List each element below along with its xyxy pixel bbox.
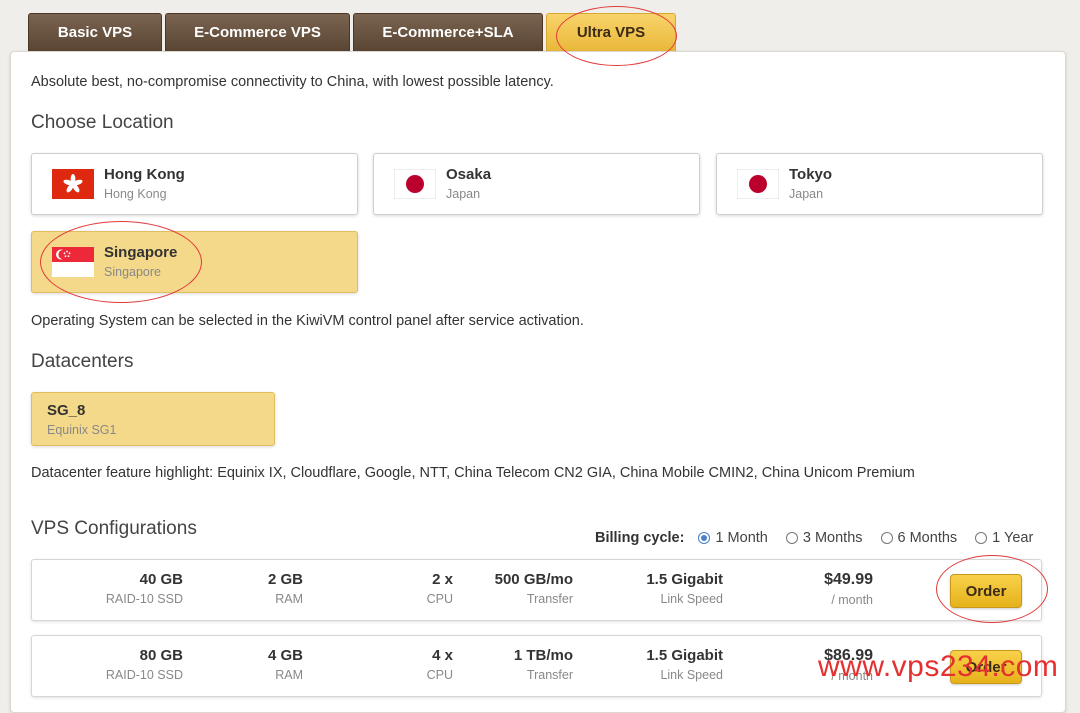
- config-unit: RAID-10 SSD: [105, 592, 183, 606]
- location-card-osaka[interactable]: Osaka Japan: [373, 153, 700, 215]
- choose-location-heading: Choose Location: [31, 112, 174, 133]
- config-value: 1 TB/mo: [513, 647, 573, 664]
- config-unit: / month: [831, 593, 873, 607]
- config-ram: 4 GB RAM: [268, 647, 303, 682]
- billing-option-label: 1 Month: [715, 530, 768, 546]
- config-value: 2 GB: [267, 571, 303, 588]
- location-card-singapore[interactable]: Singapore Singapore: [31, 231, 358, 293]
- product-tabs: Basic VPS E-Commerce VPS E-Commerce+SLA …: [28, 13, 679, 51]
- config-cpu: 2 x CPU: [427, 571, 453, 606]
- config-unit: RAM: [275, 592, 303, 606]
- config-value: 500 GB/mo: [494, 571, 573, 588]
- vps-configurations-heading: VPS Configurations: [31, 518, 197, 539]
- config-unit: Link Speed: [660, 592, 723, 606]
- os-note: Operating System can be selected in the …: [31, 313, 584, 329]
- config-row: 40 GB RAID-10 SSD 2 GB RAM 2 x CPU 500 G…: [31, 559, 1042, 621]
- hong-kong-flag-icon: [52, 169, 94, 199]
- billing-option-1-year[interactable]: 1 Year: [975, 530, 1033, 546]
- billing-option-1-month[interactable]: 1 Month: [698, 530, 768, 546]
- japan-flag-icon: [394, 169, 436, 199]
- datacenter-highlight: Datacenter feature highlight: Equinix IX…: [31, 465, 915, 481]
- datacenters-heading: Datacenters: [31, 351, 134, 372]
- tab-basic-vps[interactable]: Basic VPS: [28, 13, 162, 51]
- radio-icon[interactable]: [880, 532, 893, 544]
- product-description: Absolute best, no-compromise connectivit…: [31, 74, 554, 90]
- config-link-speed: 1.5 Gigabit Link Speed: [646, 571, 723, 606]
- config-unit: Link Speed: [660, 668, 723, 682]
- config-value: 4 x: [432, 647, 453, 664]
- billing-option-6-months[interactable]: 6 Months: [880, 530, 958, 546]
- config-value: 1.5 Gigabit: [646, 647, 723, 664]
- location-country: Hong Kong: [104, 187, 167, 201]
- config-unit: CPU: [426, 668, 453, 682]
- config-transfer: 500 GB/mo Transfer: [495, 571, 573, 606]
- location-card-tokyo[interactable]: Tokyo Japan: [716, 153, 1043, 215]
- config-ram: 2 GB RAM: [268, 571, 303, 606]
- config-value: 80 GB: [139, 647, 183, 664]
- radio-checked-icon[interactable]: [698, 532, 711, 544]
- tab-ultra-vps[interactable]: Ultra VPS: [546, 13, 676, 51]
- config-value: 40 GB: [139, 571, 183, 588]
- singapore-flag-icon: [52, 247, 94, 277]
- location-name: Osaka: [446, 166, 492, 183]
- watermark-text: www.vps234.com: [818, 650, 1059, 683]
- billing-cycle: Billing cycle: 1 Month 3 Months 6 Months…: [595, 530, 1033, 546]
- tab-ecommerce-vps[interactable]: E-Commerce VPS: [165, 13, 350, 51]
- billing-option-3-months[interactable]: 3 Months: [785, 530, 863, 546]
- billing-option-label: 6 Months: [897, 530, 958, 546]
- config-disk: 40 GB RAID-10 SSD: [106, 571, 183, 606]
- datacenter-sub: Equinix SG1: [47, 423, 117, 437]
- location-name: Singapore: [104, 244, 178, 261]
- config-price: $49.99 / month: [824, 571, 873, 607]
- location-card-hong-kong[interactable]: Hong Kong Hong Kong: [31, 153, 358, 215]
- radio-icon[interactable]: [785, 532, 798, 544]
- billing-option-label: 1 Year: [992, 530, 1034, 546]
- order-button[interactable]: Order: [950, 574, 1022, 608]
- billing-option-label: 3 Months: [802, 530, 863, 546]
- config-link-speed: 1.5 Gigabit Link Speed: [646, 647, 723, 682]
- japan-flag-icon: [737, 169, 779, 199]
- location-name: Hong Kong: [104, 166, 185, 183]
- config-value: $49.99: [824, 571, 873, 588]
- radio-icon[interactable]: [975, 532, 988, 544]
- location-name: Tokyo: [789, 166, 833, 183]
- config-unit: Transfer: [526, 668, 573, 682]
- config-unit: Transfer: [526, 592, 573, 606]
- config-unit: RAID-10 SSD: [105, 668, 183, 682]
- datacenter-card-sg8[interactable]: SG_8 Equinix SG1: [31, 392, 275, 446]
- config-unit: CPU: [426, 592, 453, 606]
- location-country: Singapore: [104, 265, 161, 279]
- config-disk: 80 GB RAID-10 SSD: [106, 647, 183, 682]
- config-transfer: 1 TB/mo Transfer: [514, 647, 573, 682]
- location-country: Japan: [789, 187, 824, 201]
- location-country: Japan: [446, 187, 481, 201]
- config-unit: RAM: [275, 668, 303, 682]
- config-value: 4 GB: [267, 647, 303, 664]
- tab-ecommerce-sla[interactable]: E-Commerce+SLA: [353, 13, 543, 51]
- billing-cycle-label: Billing cycle:: [595, 530, 685, 546]
- config-value: 2 x: [432, 571, 453, 588]
- config-cpu: 4 x CPU: [427, 647, 453, 682]
- datacenter-name: SG_8: [47, 402, 86, 419]
- config-value: 1.5 Gigabit: [646, 571, 723, 588]
